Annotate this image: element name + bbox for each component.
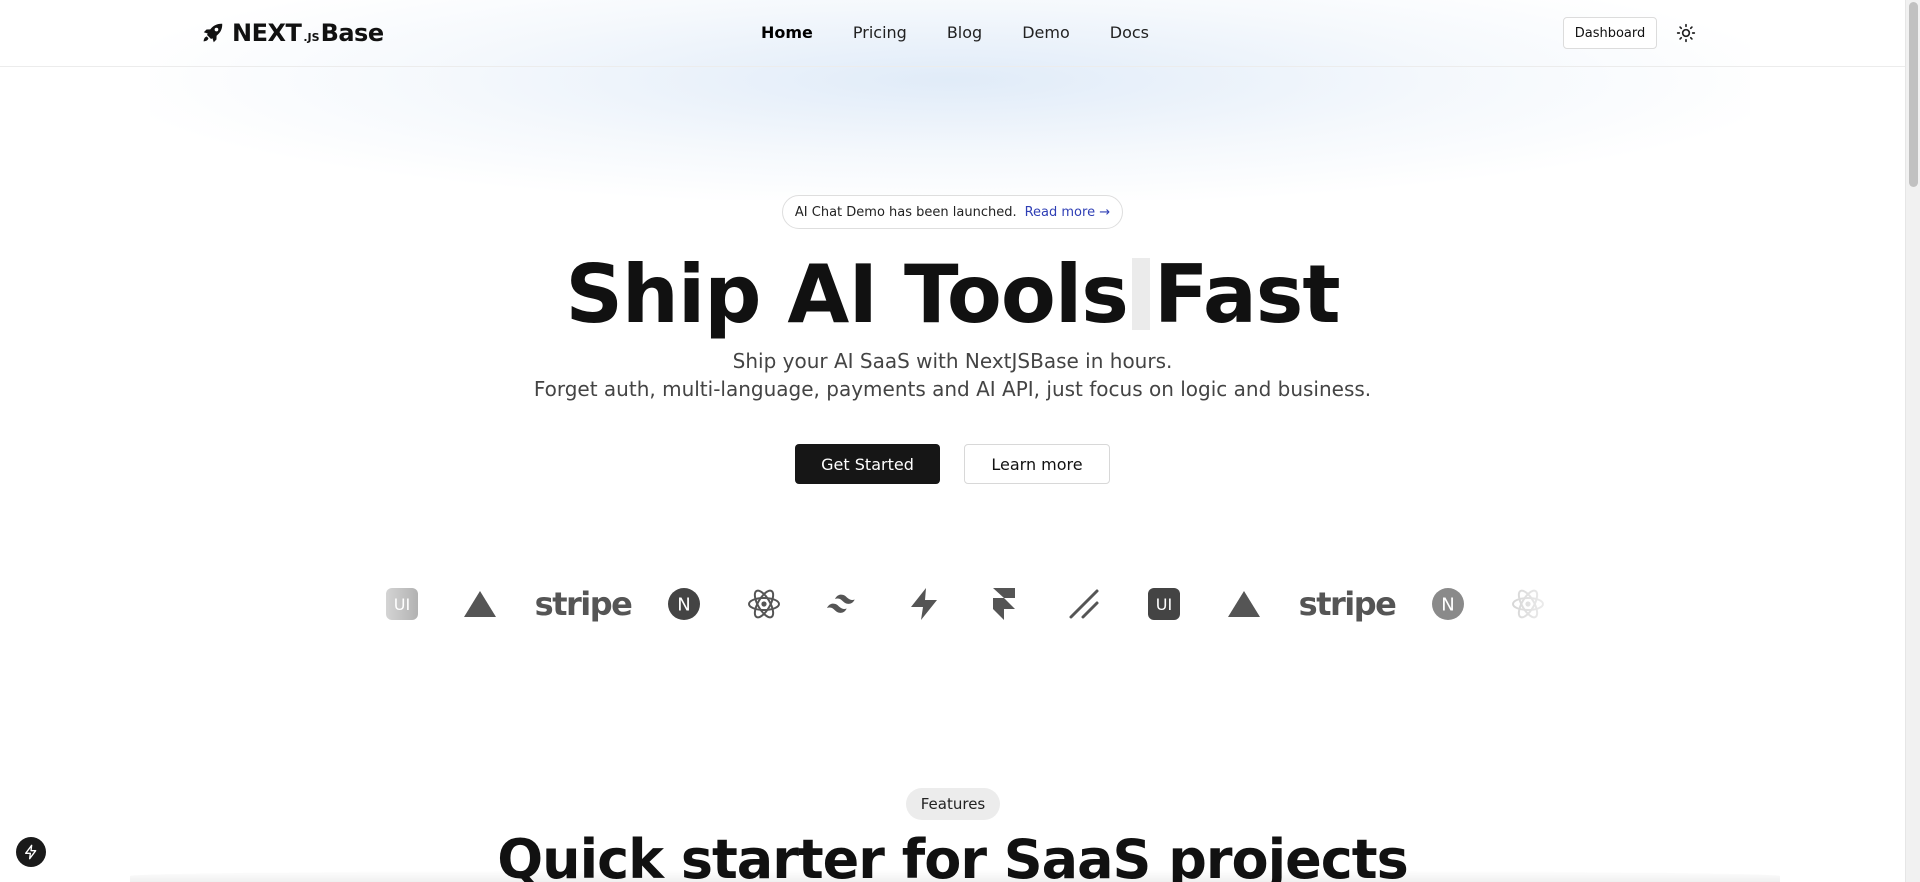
hero-title-part2: Fast xyxy=(1153,248,1341,341)
stripe-logo: stripe xyxy=(535,580,633,628)
lightning-icon xyxy=(25,844,37,860)
framer-logo xyxy=(984,580,1024,628)
nav-item-home[interactable]: Home xyxy=(761,20,813,46)
section-card-shadow xyxy=(130,870,1780,882)
stripe-logo-text: stripe xyxy=(1298,585,1397,623)
nextjs-logo: N xyxy=(1428,580,1468,628)
supabase-logo xyxy=(904,580,944,628)
sun-icon[interactable] xyxy=(1676,23,1696,43)
vercel-logo xyxy=(460,580,500,628)
nav-item-docs[interactable]: Docs xyxy=(1110,20,1149,46)
react-logo xyxy=(744,580,784,628)
announcement-text: AI Chat Demo has been launched. xyxy=(794,204,1017,220)
page: NEXT .JS Base Home Pricing Blog Demo Doc… xyxy=(0,0,1905,882)
announcement-pill: AI Chat Demo has been launched. Read mor… xyxy=(782,195,1123,229)
scrollbar-thumb[interactable] xyxy=(1909,2,1918,187)
brand-name-base: Base xyxy=(320,19,385,47)
nav-item-blog[interactable]: Blog xyxy=(947,20,982,46)
stripe-logo-text: stripe xyxy=(534,585,633,623)
vercel-logo xyxy=(1224,580,1264,628)
get-started-button[interactable]: Get Started xyxy=(795,444,940,484)
hero-title-part1: Ship AI Tools xyxy=(565,248,1129,341)
page-scrollbar[interactable] xyxy=(1905,0,1920,882)
logo-strip-fade-right xyxy=(1480,578,1550,630)
logo-strip-fade-left xyxy=(370,578,440,630)
dashboard-button[interactable]: Dashboard xyxy=(1563,17,1657,49)
read-more-link[interactable]: Read more → xyxy=(1025,205,1111,220)
main-nav: Home Pricing Blog Demo Docs xyxy=(700,20,1210,46)
hero-subtitle-line1: Ship your AI SaaS with NextJSBase in hou… xyxy=(732,349,1173,373)
hero-title: Ship AI Tools Fast xyxy=(0,245,1905,345)
tech-logo-strip: UI stripe N xyxy=(370,580,1550,628)
nextjs-logo-label: N xyxy=(677,595,690,616)
learn-more-button[interactable]: Learn more xyxy=(964,444,1110,484)
typing-cursor xyxy=(1131,258,1150,330)
features-badge: Features xyxy=(906,788,1000,820)
tailwind-logo xyxy=(824,580,864,628)
shadcn-ui-logo: UI xyxy=(1144,580,1184,628)
nav-item-pricing[interactable]: Pricing xyxy=(853,20,907,46)
stripe-logo: stripe xyxy=(1299,580,1397,628)
shadcn-ui-logo-label: UI xyxy=(1156,595,1172,614)
site-header: NEXT .JS Base Home Pricing Blog Demo Doc… xyxy=(0,0,1905,67)
hero-subtitle-line2: Forget auth, multi-language, payments an… xyxy=(533,377,1372,401)
shadcn-logo xyxy=(1064,580,1104,628)
rocket-icon xyxy=(203,23,223,43)
floating-action-button[interactable] xyxy=(16,837,46,867)
nav-item-demo[interactable]: Demo xyxy=(1022,20,1070,46)
brand-logo[interactable]: NEXT .JS Base xyxy=(200,18,384,48)
brand-name-next: NEXT xyxy=(232,19,302,47)
nextjs-logo-label: N xyxy=(1441,595,1454,616)
brand-name-js: .JS xyxy=(303,30,320,44)
nextjs-logo: N xyxy=(664,580,704,628)
